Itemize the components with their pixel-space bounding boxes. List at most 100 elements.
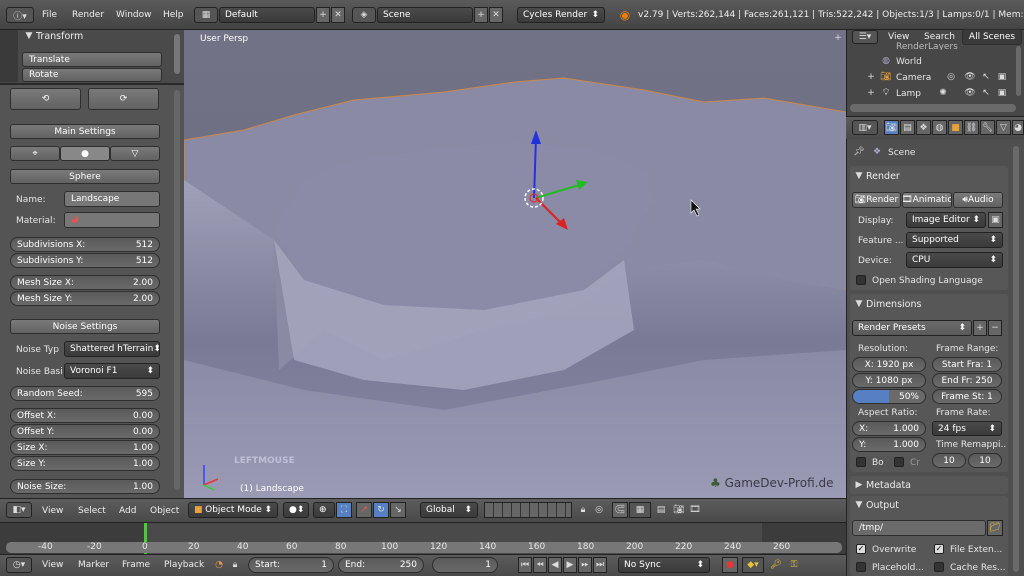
key-insert-icon[interactable]: 🔑︎ bbox=[768, 557, 784, 573]
mesh-x-field[interactable]: Mesh Size X: 2.00 bbox=[10, 275, 160, 290]
timeline-scroll[interactable] bbox=[6, 542, 842, 553]
outliner-lamp[interactable]: Lamp bbox=[896, 89, 921, 99]
timeline-marker-menu[interactable]: Marker bbox=[78, 560, 109, 570]
timeline-playback-menu[interactable]: Playback bbox=[164, 560, 204, 570]
lamp-visibility-icon[interactable]: 👁︎ bbox=[964, 87, 976, 99]
prev-key-icon[interactable]: ⏪︎ bbox=[533, 557, 547, 573]
object-menu[interactable]: Object bbox=[150, 506, 179, 516]
keying-set-icon[interactable]: ◆▾ bbox=[742, 557, 764, 573]
audio-button[interactable]: 🔊︎ Audio bbox=[953, 192, 1003, 208]
mode-mesh-button[interactable]: ▽ bbox=[110, 146, 160, 161]
tab-world-icon[interactable]: ◍ bbox=[932, 120, 947, 135]
material-input[interactable]: ◕ bbox=[64, 212, 160, 228]
render-panel-toggle-icon[interactable]: ▼ bbox=[854, 171, 864, 181]
tab-scene-icon[interactable]: ❖ bbox=[916, 120, 931, 135]
properties-editor-icon[interactable]: ▥▾ bbox=[852, 120, 878, 135]
folder-icon[interactable]: 📁︎ bbox=[987, 520, 1003, 536]
output-toggle-icon[interactable]: ▼ bbox=[854, 500, 864, 510]
res-x-field[interactable]: X: 1920 px bbox=[852, 357, 926, 372]
translate-button[interactable]: Translate bbox=[22, 52, 162, 67]
viewport[interactable]: User Persp LEFTMOUSE (1) Landscape ♣ Gam… bbox=[184, 30, 846, 498]
redo-button[interactable]: ⟳ bbox=[88, 88, 159, 110]
render-preview-icon[interactable]: ◎ bbox=[592, 502, 606, 518]
render-button[interactable]: 📷︎ Render bbox=[852, 192, 901, 208]
rotate-button[interactable]: Rotate bbox=[22, 68, 162, 82]
tab-constraints-icon[interactable]: ⛓︎ bbox=[964, 120, 979, 135]
offset-y-field[interactable]: Offset Y: 0.00 bbox=[10, 424, 160, 439]
rotate-gizmo-icon[interactable]: ↻ bbox=[373, 502, 389, 518]
overwrite-checkbox[interactable]: ✓ bbox=[856, 544, 866, 554]
properties-scrollbar[interactable] bbox=[1013, 146, 1019, 572]
timeline-ruler[interactable] bbox=[0, 522, 846, 555]
noise-size-field[interactable]: Noise Size: 1.00 bbox=[10, 479, 160, 494]
add-preset-icon[interactable]: + bbox=[973, 320, 987, 336]
tab-material-icon[interactable]: ◕ bbox=[1012, 120, 1024, 135]
start-frame-field[interactable]: Start: 1 bbox=[248, 557, 334, 573]
orientation-select[interactable]: Global ⬍ bbox=[420, 502, 478, 518]
cache-checkbox[interactable] bbox=[934, 562, 944, 572]
editor-type-icon[interactable]: ◧▾ bbox=[6, 502, 32, 518]
render-anim-icon[interactable]: 🎞︎ bbox=[688, 502, 702, 518]
manipulator-toggle-icon[interactable]: ⛶ bbox=[336, 502, 352, 518]
transform-header[interactable]: Transform bbox=[36, 31, 83, 42]
render-opengl-icon[interactable]: 📷︎ bbox=[672, 502, 686, 518]
collapse-triangle-icon[interactable]: ▼ bbox=[24, 31, 34, 41]
name-input[interactable]: Landscape bbox=[64, 191, 160, 207]
dimensions-toggle-icon[interactable]: ▼ bbox=[854, 299, 864, 309]
tab-object-icon[interactable]: ■ bbox=[948, 120, 963, 135]
expand-lamp-icon[interactable]: + bbox=[866, 87, 876, 99]
lamp-select-icon[interactable]: ↖ bbox=[980, 87, 992, 99]
offset-x-field[interactable]: Offset X: 0.00 bbox=[10, 408, 160, 423]
lamp-render-icon[interactable]: ▣ bbox=[996, 87, 1008, 99]
animation-button[interactable]: 🎞︎ Animatio bbox=[902, 192, 952, 208]
add-menu[interactable]: Add bbox=[119, 506, 136, 516]
remap-old-field[interactable]: 10 bbox=[932, 453, 966, 468]
scale-gizmo-icon[interactable]: ↘ bbox=[390, 502, 406, 518]
jump-end-icon[interactable]: ⏭︎ bbox=[593, 557, 607, 573]
proportional-edit-icon[interactable]: ▤ bbox=[654, 502, 668, 518]
jump-start-icon[interactable]: ⏮︎ bbox=[518, 557, 532, 573]
play-icon[interactable]: ▶ bbox=[563, 557, 577, 573]
frame-step-field[interactable]: Frame St: 1 bbox=[932, 389, 1002, 404]
preview-range-icon[interactable]: ◔ bbox=[212, 557, 226, 573]
layout-select[interactable]: Default bbox=[219, 7, 315, 23]
add-scene-icon[interactable]: + bbox=[474, 7, 488, 23]
translate-gizmo-icon[interactable]: ↗ bbox=[356, 502, 372, 518]
crop-checkbox[interactable] bbox=[894, 457, 904, 467]
shading-select[interactable]: ● ⬍ bbox=[283, 502, 309, 518]
subdiv-y-field[interactable]: Subdivisions Y: 512 bbox=[10, 253, 160, 268]
file-ext-checkbox[interactable]: ✓ bbox=[934, 544, 944, 554]
key-delete-icon[interactable]: ⚿ bbox=[786, 557, 802, 573]
tab-render-icon[interactable]: 📷︎ bbox=[884, 120, 899, 135]
render-presets-select[interactable]: Render Presets ⬍ bbox=[852, 320, 972, 336]
info-editor-icon[interactable]: ⓘ▾ bbox=[6, 7, 34, 23]
expand-camera-icon[interactable]: + bbox=[866, 71, 876, 83]
osl-checkbox[interactable] bbox=[856, 275, 866, 285]
outliner-world[interactable]: World bbox=[896, 57, 922, 67]
lock-range-icon[interactable]: 🔒︎ bbox=[228, 557, 242, 573]
res-y-field[interactable]: Y: 1080 px bbox=[852, 373, 926, 388]
view-menu[interactable]: View bbox=[42, 506, 63, 516]
menu-help[interactable]: Help bbox=[163, 10, 184, 20]
tab-layers-icon[interactable]: ▤ bbox=[900, 120, 915, 135]
mode-sphere-button[interactable]: ● bbox=[60, 146, 110, 161]
render-panel-header[interactable]: Render bbox=[866, 171, 900, 182]
aspect-x-field[interactable]: X: 1.000 bbox=[852, 421, 926, 436]
sync-select[interactable]: No Sync ⬍ bbox=[618, 557, 710, 573]
outliner-renderlayers[interactable]: RenderLayers bbox=[896, 42, 958, 50]
outliner-search-menu[interactable]: Search bbox=[924, 32, 955, 42]
outliner-view-menu[interactable]: View bbox=[888, 32, 909, 42]
snap-icon[interactable]: 🧲︎ bbox=[612, 502, 628, 518]
output-header[interactable]: Output bbox=[866, 500, 899, 511]
aspect-y-field[interactable]: Y: 1.000 bbox=[852, 437, 926, 452]
camera-visibility-icon[interactable]: 👁︎ bbox=[964, 71, 976, 83]
render-engine-select[interactable]: Cycles Render ⬍ bbox=[517, 7, 605, 23]
display-select[interactable]: Image Editor ⬍ bbox=[906, 212, 986, 228]
menu-render[interactable]: Render bbox=[72, 10, 104, 20]
snap-target-icon[interactable]: ▦ bbox=[629, 502, 651, 518]
viewport-add-region-icon[interactable]: + bbox=[832, 32, 844, 44]
mesh-y-field[interactable]: Mesh Size Y: 2.00 bbox=[10, 291, 160, 306]
pivot-select[interactable]: ⊕ bbox=[313, 502, 335, 518]
noise-type-select[interactable]: Shattered hTerrain⬍ bbox=[64, 341, 160, 357]
dimensions-header[interactable]: Dimensions bbox=[866, 299, 921, 310]
